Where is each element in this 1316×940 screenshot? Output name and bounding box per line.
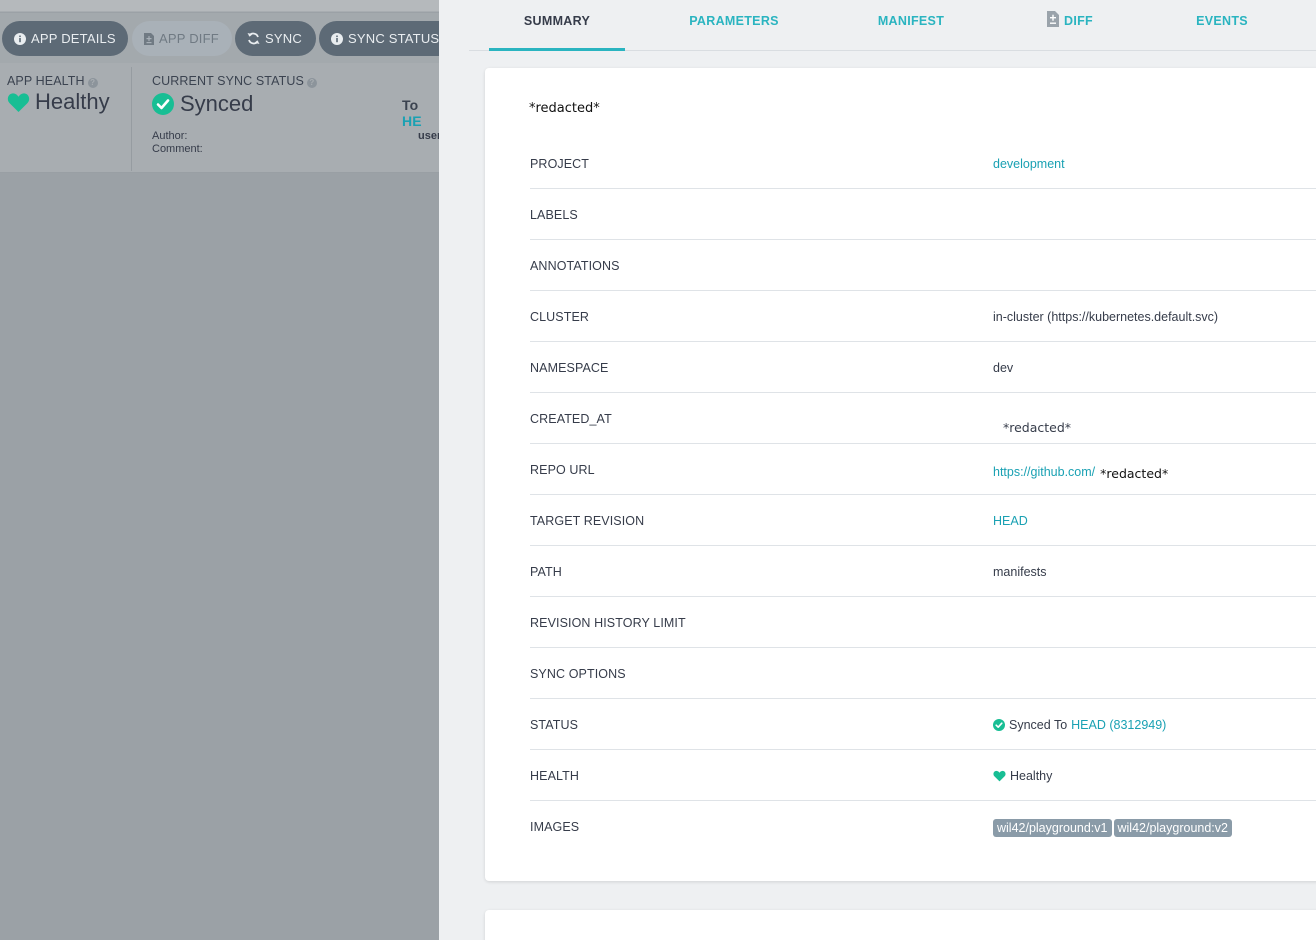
sync-status-button[interactable]: SYNC STATUS bbox=[319, 21, 439, 56]
row-value: https://github.com/ *redacted* bbox=[993, 463, 1168, 481]
top-strip bbox=[0, 0, 439, 12]
tab-bar: SUMMARY PARAMETERS MANIFEST DIFF EVENTS bbox=[439, 0, 1316, 52]
app-details-label: APP DETAILS bbox=[31, 31, 116, 46]
row-key: NAMESPACE bbox=[530, 361, 609, 375]
row-key: HEALTH bbox=[530, 769, 579, 783]
row-labels: LABELS bbox=[530, 189, 1316, 240]
app-background: APP DETAILS APP DIFF SYNC SYNC STATUS AP… bbox=[0, 0, 439, 940]
status-revision-link[interactable]: HEAD (8312949) bbox=[1071, 718, 1166, 732]
row-value: Synced To HEAD (8312949) bbox=[993, 718, 1166, 732]
row-key: PATH bbox=[530, 565, 562, 579]
project-link[interactable]: development bbox=[993, 157, 1065, 171]
sync-status-heading: CURRENT SYNC STATUS? bbox=[152, 74, 317, 88]
row-images: IMAGES wil42/playground:v1 wil42/playgro… bbox=[530, 801, 1316, 852]
check-circle-icon bbox=[993, 719, 1005, 731]
row-key: TARGET REVISION bbox=[530, 514, 645, 528]
details-slideout: SUMMARY PARAMETERS MANIFEST DIFF EVENTS … bbox=[439, 0, 1316, 940]
row-path: PATH manifests bbox=[530, 546, 1316, 597]
author-value: user bbox=[418, 130, 439, 142]
row-key: PROJECT bbox=[530, 157, 590, 171]
sync-status-value-row: Synced bbox=[152, 91, 253, 117]
row-key: SYNC OPTIONS bbox=[530, 667, 626, 681]
row-value: *redacted* bbox=[1003, 420, 1072, 435]
row-value: HEAD bbox=[993, 514, 1028, 528]
row-project: PROJECT development bbox=[530, 138, 1316, 189]
secondary-card bbox=[485, 910, 1316, 940]
row-key: REVISION HISTORY LIMIT bbox=[530, 616, 686, 630]
row-key: IMAGES bbox=[530, 820, 580, 834]
row-key: REPO URL bbox=[530, 463, 595, 477]
row-key: ANNOTATIONS bbox=[530, 259, 620, 273]
app-health-label: APP HEALTH bbox=[7, 74, 85, 88]
row-key: CREATED_AT bbox=[530, 412, 612, 426]
author-label: Author: bbox=[152, 130, 188, 142]
app-diff-label: APP DIFF bbox=[159, 31, 219, 46]
sync-label: SYNC bbox=[265, 31, 302, 46]
row-value: wil42/playground:v1 wil42/playground:v2 bbox=[993, 819, 1234, 837]
image-tag: wil42/playground:v2 bbox=[1113, 819, 1232, 837]
heart-icon bbox=[993, 770, 1006, 782]
comment-label: Comment: bbox=[152, 143, 203, 155]
sync-button[interactable]: SYNC bbox=[235, 21, 316, 56]
sync-target-prefix: To bbox=[402, 97, 419, 113]
tab-diff[interactable]: DIFF bbox=[1037, 11, 1103, 50]
file-diff-icon bbox=[144, 32, 154, 45]
row-revision-history-limit: REVISION HISTORY LIMIT bbox=[530, 597, 1316, 648]
image-tag: wil42/playground:v1 bbox=[993, 819, 1112, 837]
row-value: manifests bbox=[993, 565, 1047, 579]
status-text: Synced To bbox=[1009, 718, 1068, 732]
app-details-button[interactable]: APP DETAILS bbox=[2, 21, 128, 56]
row-health: HEALTH Healthy bbox=[530, 750, 1316, 801]
status-panel: APP HEALTH? Healthy CURRENT SYNC STATUS?… bbox=[0, 63, 439, 173]
app-health-heading: APP HEALTH? bbox=[7, 74, 98, 88]
help-icon[interactable]: ? bbox=[306, 78, 317, 88]
row-key: CLUSTER bbox=[530, 310, 590, 324]
app-health-value: Healthy bbox=[35, 89, 110, 114]
row-value: development bbox=[993, 157, 1065, 171]
sync-status-label: SYNC STATUS bbox=[348, 31, 439, 46]
row-cluster: CLUSTER in-cluster (https://kubernetes.d… bbox=[530, 291, 1316, 342]
tab-parameters[interactable]: PARAMETERS bbox=[669, 14, 799, 50]
sync-status-value: Synced bbox=[180, 91, 254, 116]
heart-icon bbox=[7, 92, 30, 113]
sync-target-ref[interactable]: HE bbox=[402, 113, 422, 129]
status-divider bbox=[131, 67, 132, 171]
sync-status-heading-label: CURRENT SYNC STATUS bbox=[152, 74, 304, 88]
info-icon bbox=[331, 32, 343, 45]
row-annotations: ANNOTATIONS bbox=[530, 240, 1316, 291]
tab-diff-label: DIFF bbox=[1064, 14, 1093, 28]
row-key: STATUS bbox=[530, 718, 579, 732]
row-value: Healthy bbox=[993, 769, 1052, 783]
sync-icon bbox=[247, 32, 260, 45]
app-name: *redacted* bbox=[529, 101, 600, 116]
health-text: Healthy bbox=[1010, 769, 1053, 783]
summary-card: *redacted* PROJECT development LABELS AN… bbox=[485, 68, 1316, 881]
help-icon[interactable]: ? bbox=[87, 78, 98, 88]
sync-target: To HE bbox=[402, 97, 439, 129]
row-value: in-cluster (https://kubernetes.default.s… bbox=[993, 310, 1219, 324]
info-icon bbox=[14, 32, 26, 45]
repo-url-link[interactable]: https://github.com/ bbox=[993, 465, 1095, 479]
row-target-revision: TARGET REVISION HEAD bbox=[530, 495, 1316, 546]
row-namespace: NAMESPACE dev bbox=[530, 342, 1316, 393]
app-health-status: Healthy bbox=[7, 89, 110, 115]
row-repo-url: REPO URL https://github.com/ *redacted* bbox=[530, 444, 1316, 495]
app-diff-button[interactable]: APP DIFF bbox=[132, 21, 232, 56]
row-status: STATUS Synced To HEAD (8312949) bbox=[530, 699, 1316, 750]
row-sync-options: SYNC OPTIONS bbox=[530, 648, 1316, 699]
repo-url-suffix: *redacted* bbox=[1100, 466, 1169, 481]
tab-summary[interactable]: SUMMARY bbox=[489, 14, 625, 51]
row-value: dev bbox=[993, 361, 1014, 375]
row-key: LABELS bbox=[530, 208, 578, 222]
check-circle-icon bbox=[152, 93, 174, 115]
target-revision-link[interactable]: HEAD bbox=[993, 514, 1028, 528]
tab-events[interactable]: EVENTS bbox=[1187, 14, 1257, 50]
row-created-at: CREATED_AT *redacted* bbox=[530, 393, 1316, 444]
file-diff-icon bbox=[1047, 11, 1059, 27]
tab-manifest[interactable]: MANIFEST bbox=[859, 14, 963, 50]
